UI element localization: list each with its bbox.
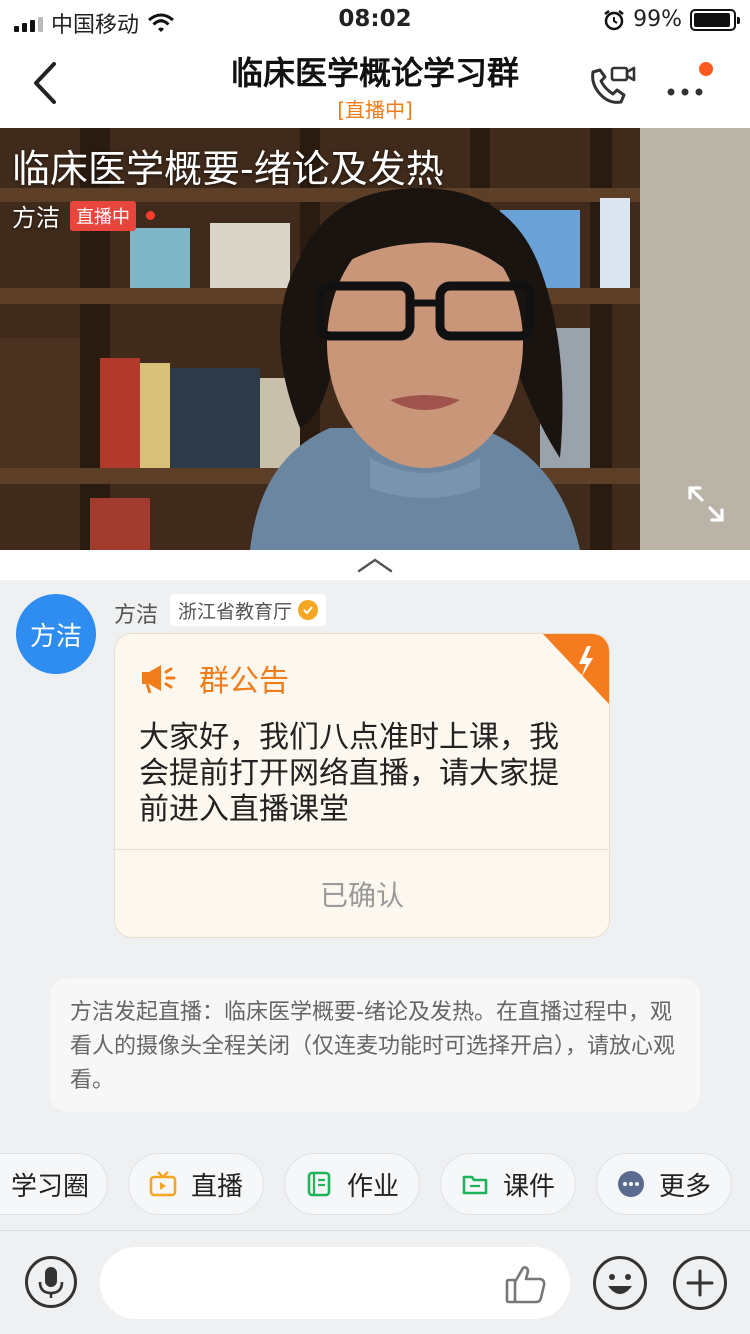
study-circle-label: 学习圈: [10, 1171, 89, 1202]
more-features-label: 更多: [658, 1171, 711, 1202]
homework-button[interactable]: 作业: [284, 1153, 420, 1215]
status-right: 99%: [603, 7, 740, 32]
more-icon[interactable]: [664, 62, 714, 108]
live-dot: [146, 211, 155, 220]
collapse-handle[interactable]: [0, 550, 750, 580]
notice-header: 群公告: [139, 656, 289, 700]
courseware-button[interactable]: 课件: [440, 1153, 576, 1215]
live-label: 直播: [190, 1171, 243, 1202]
notice-body: 大家好，我们八点准时上课，我会提前打开网络直播，请大家提前进入直播课堂: [139, 720, 559, 827]
battery-icon: [690, 8, 740, 31]
live-video[interactable]: 临床医学概要-绪论及发热 方洁 直播中: [0, 128, 750, 550]
verified-icon: [298, 600, 319, 620]
status-bar: 中国移动 08:02 99%: [0, 0, 750, 40]
system-message: 方洁发起直播：临床医学概要-绪论及发热。在直播过程中，观看人的摄像头全程关闭（仅…: [50, 978, 700, 1112]
lightning-icon: [543, 634, 609, 704]
message-input[interactable]: [100, 1247, 570, 1319]
homework-label: 作业: [346, 1171, 399, 1202]
group-notice-card[interactable]: 群公告 大家好，我们八点准时上课，我会提前打开网络直播，请大家提前进入直播课堂 …: [114, 633, 610, 938]
sender-org-label: 浙江省教育厅: [178, 600, 293, 623]
video-meta: 方洁 直播中: [12, 198, 155, 233]
live-tv-icon: [149, 1171, 177, 1197]
quick-actions: 学习圈 直播 作业 课件 更多: [0, 1153, 750, 1215]
live-button[interactable]: 直播: [128, 1153, 264, 1215]
header-bar: 临床医学概论学习群 [直播中]: [0, 40, 750, 128]
notice-title: 群公告: [199, 664, 289, 699]
live-badge: 直播中: [70, 200, 136, 231]
video-call-icon[interactable]: [586, 62, 638, 108]
video-host-name: 方洁: [12, 204, 60, 232]
megaphone-icon: [142, 665, 176, 694]
study-circle-button[interactable]: 学习圈: [0, 1153, 108, 1215]
alarm-icon: [604, 9, 624, 30]
sender-org-tag: 浙江省教育厅: [170, 594, 327, 626]
video-title: 临床医学概要-绪论及发热: [12, 147, 444, 191]
sender-name: 方洁: [114, 603, 159, 628]
plus-icon[interactable]: [672, 1255, 728, 1311]
folder-icon: [462, 1175, 488, 1195]
courseware-label: 课件: [502, 1171, 555, 1202]
more-dots-icon: [617, 1171, 644, 1197]
input-bar: [0, 1230, 750, 1334]
homework-icon: [307, 1171, 331, 1197]
more-features-button[interactable]: 更多: [596, 1153, 732, 1215]
battery-percent: 99%: [633, 7, 682, 32]
thumbs-up-icon[interactable]: [504, 1263, 548, 1305]
microphone-icon[interactable]: [24, 1255, 78, 1309]
confirm-button[interactable]: 已确认: [115, 850, 609, 937]
avatar[interactable]: 方洁: [16, 594, 96, 674]
emoji-icon[interactable]: [592, 1255, 648, 1311]
fullscreen-icon[interactable]: [686, 484, 726, 524]
chevron-up-icon: [357, 558, 393, 573]
